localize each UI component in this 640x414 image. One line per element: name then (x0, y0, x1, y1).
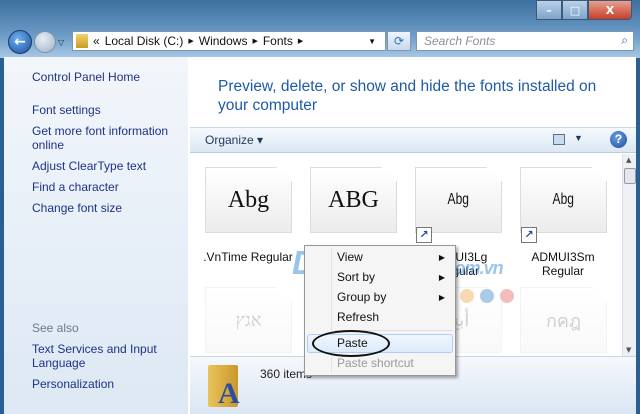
font-item-admui3lg[interactable]: Abg (415, 167, 502, 233)
maximize-button[interactable]: □ (562, 0, 588, 20)
chevron-right-icon[interactable]: ▶ (298, 37, 303, 45)
see-also-label: See also (32, 321, 79, 335)
refresh-button[interactable]: ⟳ (387, 31, 411, 51)
context-menu: View ▶ Sort by ▶ Group by ▶ Refresh Paste P… (304, 245, 456, 376)
watermark-dot (480, 289, 494, 303)
watermark-dot (460, 289, 474, 303)
address-bar[interactable]: « Local Disk (C:) ▶ Windows ▶ Fonts ▶ ▼ (72, 31, 386, 51)
shortcut-arrow-icon: ↗ (416, 227, 432, 243)
fonts-folder-icon: A (208, 365, 240, 410)
scroll-up-icon[interactable]: ▲ (626, 156, 631, 164)
link-control-panel-home[interactable]: Control Panel Home (32, 70, 182, 84)
link-font-settings[interactable]: Font settings (32, 103, 182, 117)
menu-item-sort-by[interactable]: Sort by ▶ (307, 268, 453, 287)
view-dropdown-icon[interactable]: ▼ (574, 133, 583, 143)
recent-pages-dropdown[interactable]: ▽ (58, 38, 64, 47)
menu-item-refresh[interactable]: Refresh (307, 308, 453, 327)
submenu-arrow-icon: ▶ (438, 273, 445, 282)
menu-item-view[interactable]: View ▶ (307, 248, 453, 267)
link-find-character[interactable]: Find a character (32, 180, 182, 194)
search-icon[interactable]: ⌕ (621, 33, 628, 48)
menu-item-paste-shortcut: Paste shortcut (337, 356, 414, 370)
chevron-right-icon[interactable]: ▶ (252, 37, 257, 45)
breadcrumb-local-disk[interactable]: Local Disk (C:) (105, 34, 184, 48)
link-more-font-info[interactable]: Get more font information online (32, 124, 182, 152)
font-label: .VnTime Regular (203, 250, 293, 264)
search-input[interactable]: Search Fonts ⌕ (416, 31, 634, 51)
breadcrumb-fonts[interactable]: Fonts (263, 34, 293, 48)
font-item-vntime[interactable]: Abg (205, 167, 292, 233)
page-title: Preview, delete, or show and hide the fo… (218, 78, 597, 114)
breadcrumb-overflow[interactable]: « (93, 34, 100, 48)
help-button[interactable]: ? (610, 131, 627, 148)
address-dropdown-icon[interactable]: ▼ (368, 37, 376, 46)
fonts-folder-icon (76, 34, 88, 48)
highlight-ellipse (312, 330, 390, 357)
chevron-right-icon[interactable]: ▶ (188, 37, 193, 45)
submenu-arrow-icon: ▶ (438, 293, 445, 302)
vertical-scrollbar[interactable]: ▲ ▼ (622, 154, 636, 356)
link-personalization[interactable]: Personalization (32, 377, 182, 391)
scroll-down-icon[interactable]: ▼ (626, 346, 631, 354)
back-button[interactable]: ← (8, 30, 32, 54)
forward-button[interactable] (34, 31, 56, 53)
shortcut-arrow-icon: ↗ (521, 227, 537, 243)
link-change-font-size[interactable]: Change font size (32, 201, 182, 215)
watermark-dot (500, 289, 514, 303)
link-adjust-cleartype[interactable]: Adjust ClearType text (32, 159, 182, 173)
link-text-services[interactable]: Text Services and Input Language (32, 342, 182, 370)
submenu-arrow-icon: ▶ (438, 253, 445, 262)
font-item-admui3sm[interactable]: Abg (520, 167, 607, 233)
left-pane: Control Panel Home Font settings Get mor… (4, 57, 188, 414)
font-item-hebrew[interactable]: אגץ (205, 287, 292, 353)
font-item-thai[interactable]: กคฎ (520, 287, 607, 353)
close-button[interactable]: X (588, 0, 632, 20)
menu-item-group-by[interactable]: Group by ▶ (307, 288, 453, 307)
change-view-icon[interactable] (553, 134, 565, 145)
font-item-2[interactable]: ABG (310, 167, 397, 233)
scrollbar-thumb[interactable] (624, 168, 636, 184)
toolbar: Organize ▾ ▼ ? (190, 127, 636, 153)
breadcrumb-windows[interactable]: Windows (199, 34, 248, 48)
organize-button[interactable]: Organize ▾ (205, 133, 263, 147)
minimize-button[interactable]: – (536, 0, 562, 20)
font-label: ADMUI3Sm Regular (531, 250, 595, 278)
